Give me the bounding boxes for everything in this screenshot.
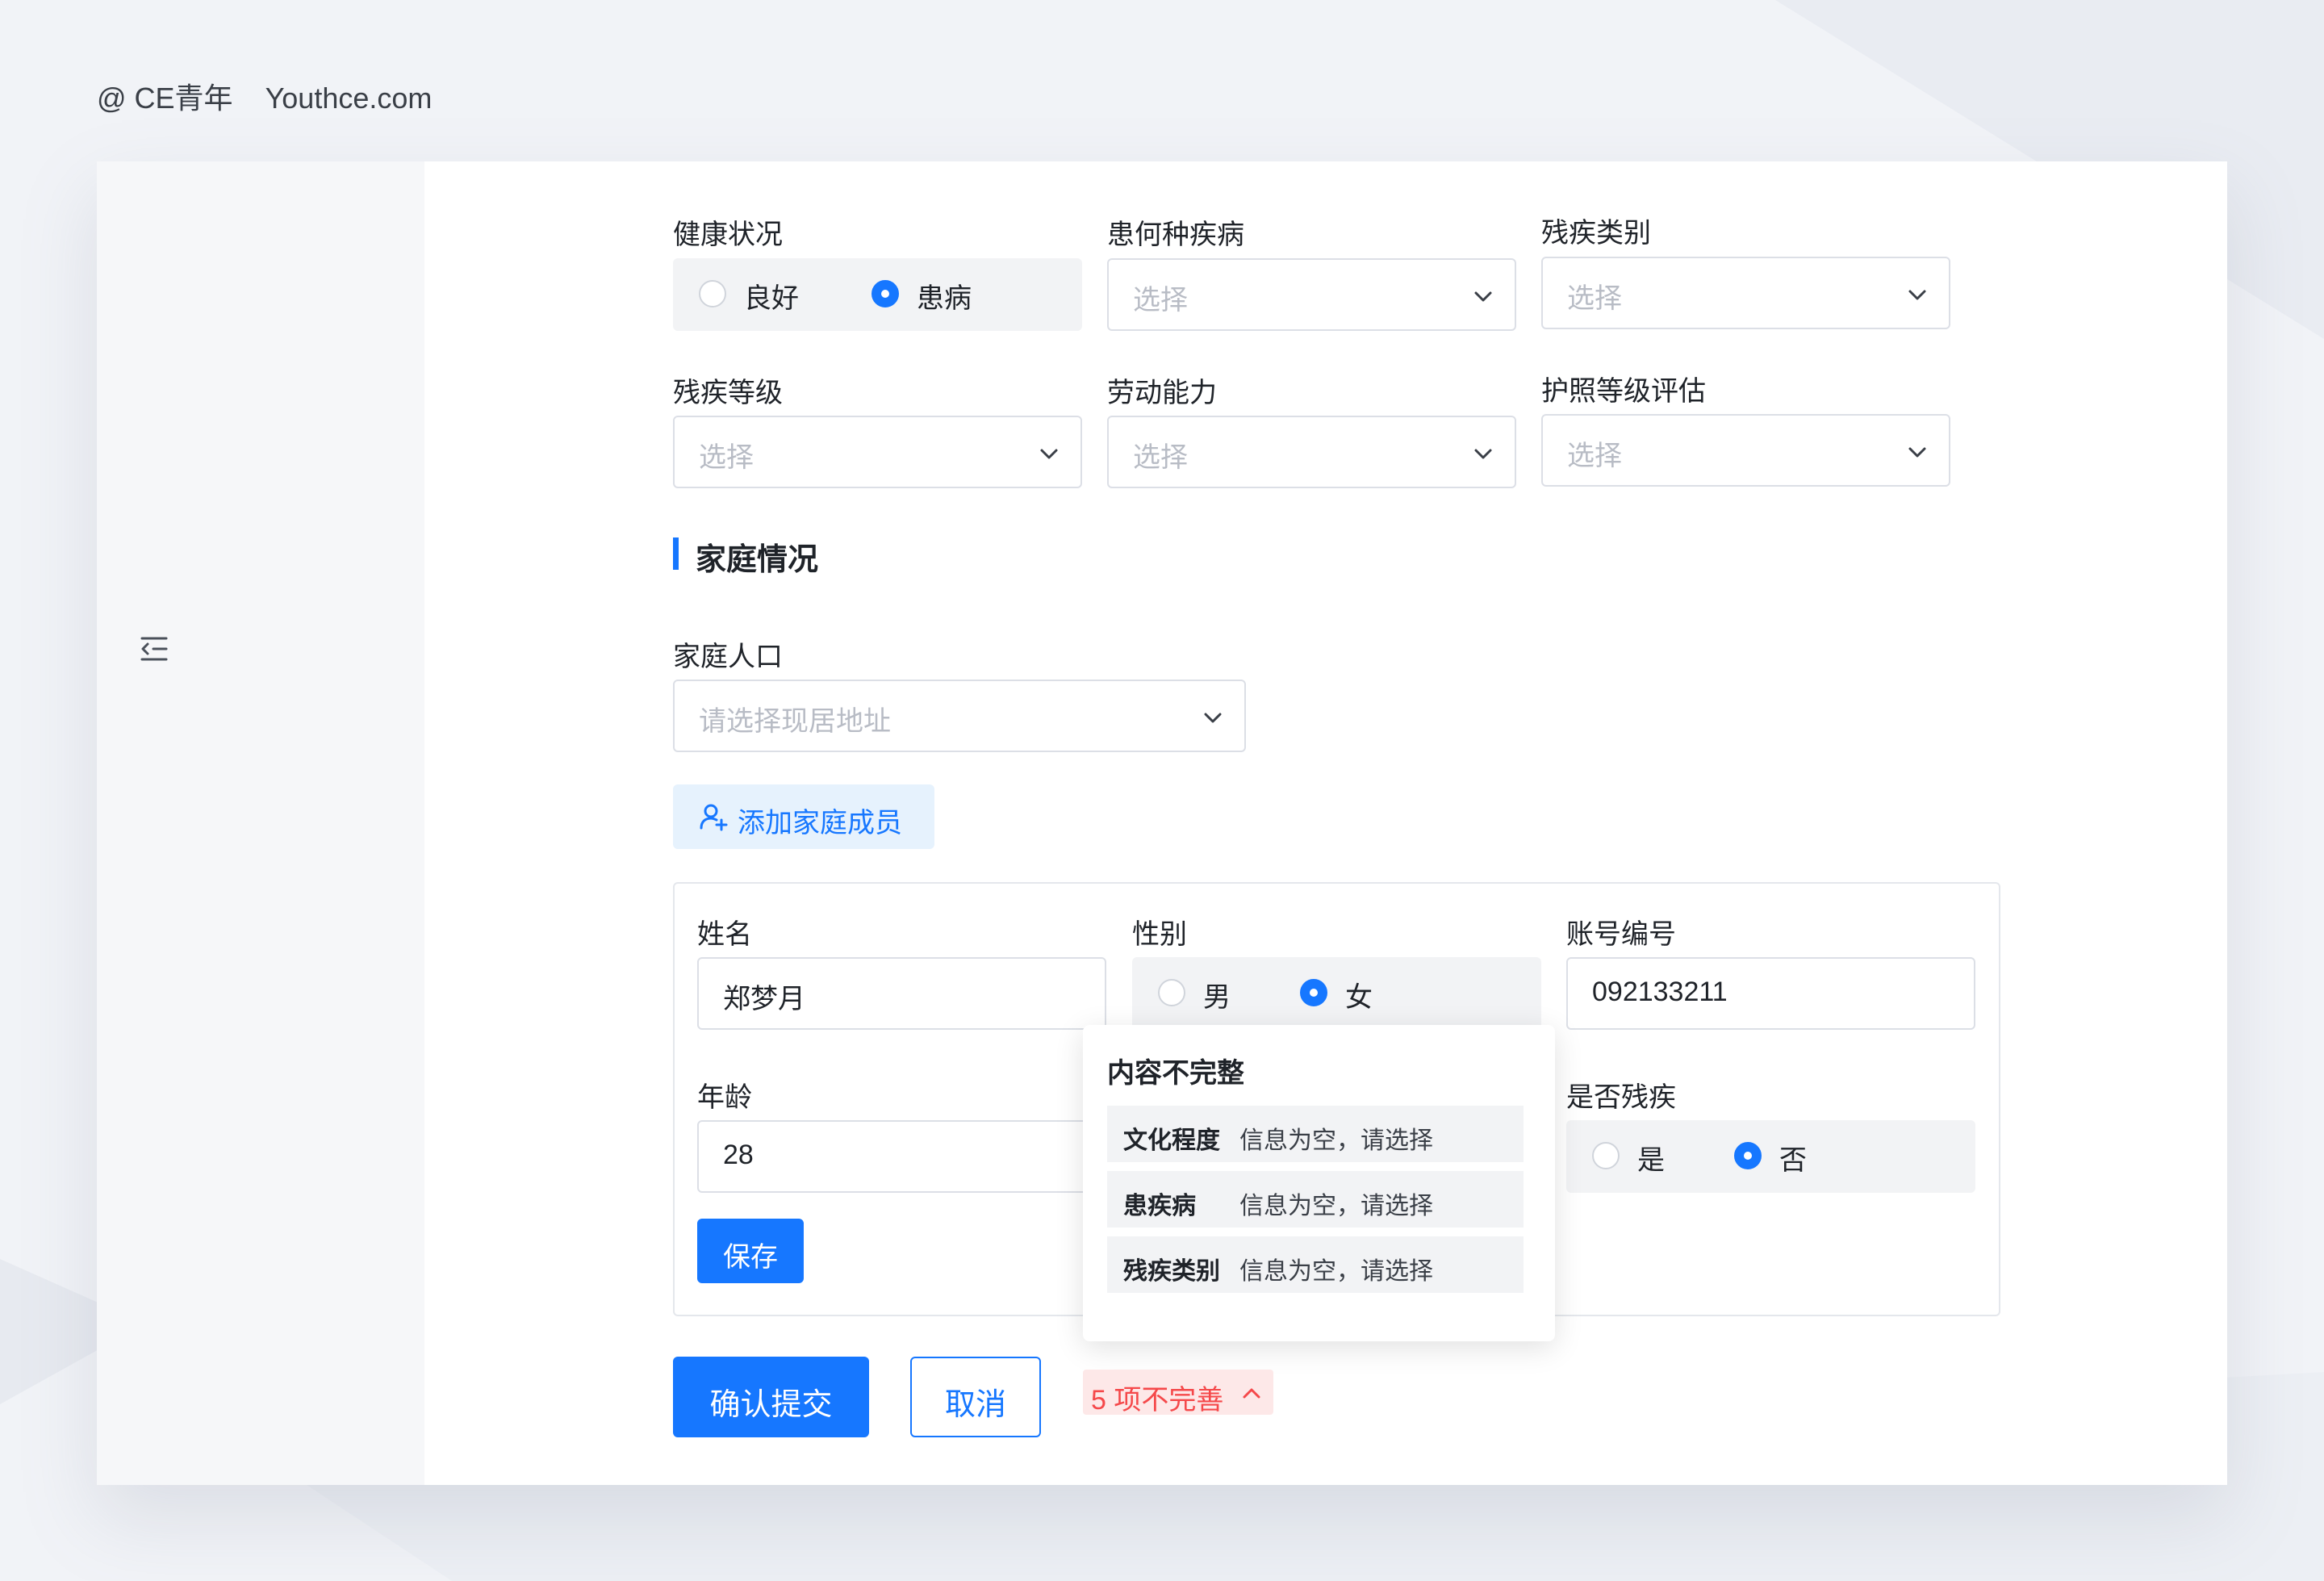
health-status-radio-group: 良好 患病 [673, 258, 1082, 331]
family-population-label: 家庭人口 [673, 642, 783, 672]
select-placeholder: 请选择现居地址 [699, 706, 891, 737]
incomplete-count-toggle[interactable]: 5 项不完善 [1083, 1370, 1273, 1416]
radio-label: 是 [1637, 1145, 1665, 1176]
radio-unchecked-icon [1158, 979, 1185, 1006]
input-value: 28 [723, 1140, 754, 1170]
chevron-down-icon [1204, 713, 1222, 723]
add-family-member-button[interactable]: 添加家庭成员 [673, 784, 934, 849]
issue-message: 信息为空，请选择 [1239, 1258, 1433, 1285]
disease-select[interactable]: 选择 [1107, 258, 1516, 331]
radio-label: 男 [1203, 982, 1231, 1013]
member-disabled-radio-group: 是 否 [1566, 1120, 1975, 1193]
confirm-submit-button[interactable]: 确认提交 [673, 1357, 869, 1437]
health-status-label: 健康状况 [673, 220, 783, 250]
incomplete-count-text: 5 项不完善 [1091, 1385, 1224, 1416]
select-placeholder: 选择 [1567, 441, 1622, 471]
chevron-down-icon [1474, 291, 1492, 302]
sidebar [97, 161, 424, 1485]
validation-popover: 内容不完整 文化程度 信息为空，请选择 患疾病 信息为空，请选择 残疾类别 信息… [1083, 1025, 1555, 1341]
watermark-handle: @ CE青年 [97, 82, 233, 115]
radio-checked-icon [1734, 1142, 1762, 1169]
input-value: 092133211 [1592, 977, 1728, 1007]
save-button-label: 保存 [723, 1242, 778, 1273]
popover-title: 内容不完整 [1107, 1058, 1244, 1089]
chevron-down-icon [1908, 290, 1926, 300]
cancel-button[interactable]: 取消 [910, 1357, 1041, 1437]
save-member-button[interactable]: 保存 [697, 1219, 804, 1283]
select-placeholder: 选择 [1567, 283, 1622, 314]
watermark-site: Youthce.com [265, 82, 433, 115]
disability-level-select[interactable]: 选择 [673, 416, 1082, 488]
care-level-select[interactable]: 选择 [1541, 414, 1950, 487]
validation-issue-row[interactable]: 残疾类别 信息为空，请选择 [1107, 1236, 1524, 1293]
select-placeholder: 选择 [1133, 285, 1188, 316]
issue-field: 残疾类别 [1123, 1258, 1220, 1285]
radio-checked-icon [1300, 979, 1327, 1006]
radio-label: 良好 [744, 283, 799, 314]
issue-field: 患疾病 [1123, 1193, 1196, 1219]
labor-ability-label: 劳动能力 [1107, 378, 1217, 408]
validation-issue-row[interactable]: 患疾病 信息为空，请选择 [1107, 1171, 1524, 1228]
radio-unchecked-icon [699, 280, 726, 307]
member-account-input[interactable]: 092133211 [1566, 957, 1975, 1030]
radio-label: 女 [1345, 982, 1373, 1013]
care-level-label: 护照等级评估 [1541, 376, 1706, 407]
radio-checked-icon [872, 280, 899, 307]
disability-type-label: 残疾类别 [1541, 218, 1651, 249]
chevron-down-icon [1908, 447, 1926, 458]
validation-issue-row[interactable]: 文化程度 信息为空，请选择 [1107, 1106, 1524, 1162]
section-accent-bar [673, 537, 679, 570]
member-gender-label: 性别 [1132, 919, 1187, 950]
select-placeholder: 选择 [1133, 442, 1188, 473]
issue-message: 信息为空，请选择 [1239, 1193, 1433, 1219]
disability-level-label: 残疾等级 [673, 378, 783, 408]
radio-label: 否 [1779, 1145, 1807, 1176]
input-value: 郑梦月 [723, 984, 805, 1014]
user-add-icon [700, 804, 728, 831]
labor-ability-select[interactable]: 选择 [1107, 416, 1516, 488]
chevron-up-icon [1243, 1388, 1260, 1399]
member-age-label: 年龄 [697, 1082, 752, 1113]
member-account-label: 账号编号 [1566, 919, 1676, 950]
cancel-button-label: 取消 [944, 1388, 1006, 1422]
member-age-input[interactable]: 28 [697, 1120, 1106, 1193]
add-member-label: 添加家庭成员 [738, 808, 902, 839]
issue-field: 文化程度 [1123, 1127, 1220, 1154]
chevron-down-icon [1474, 449, 1492, 459]
disease-label: 患何种疾病 [1107, 220, 1244, 250]
member-name-label: 姓名 [697, 919, 752, 950]
indent-left-icon[interactable] [139, 635, 169, 663]
radio-unchecked-icon [1592, 1142, 1620, 1169]
chevron-down-icon [1040, 449, 1058, 459]
family-population-select[interactable]: 请选择现居地址 [673, 680, 1246, 752]
member-disabled-label: 是否残疾 [1566, 1082, 1676, 1113]
watermark: @ CE青年 Youthce.com [97, 75, 464, 117]
issue-message: 信息为空，请选择 [1239, 1127, 1433, 1154]
section-title-text: 家庭情况 [696, 543, 819, 577]
member-name-input[interactable]: 郑梦月 [697, 957, 1106, 1030]
radio-label: 患病 [917, 283, 972, 314]
disability-type-select[interactable]: 选择 [1541, 257, 1950, 329]
select-placeholder: 选择 [699, 442, 754, 473]
submit-button-label: 确认提交 [709, 1388, 833, 1422]
member-gender-radio-group: 男 女 [1132, 957, 1541, 1030]
